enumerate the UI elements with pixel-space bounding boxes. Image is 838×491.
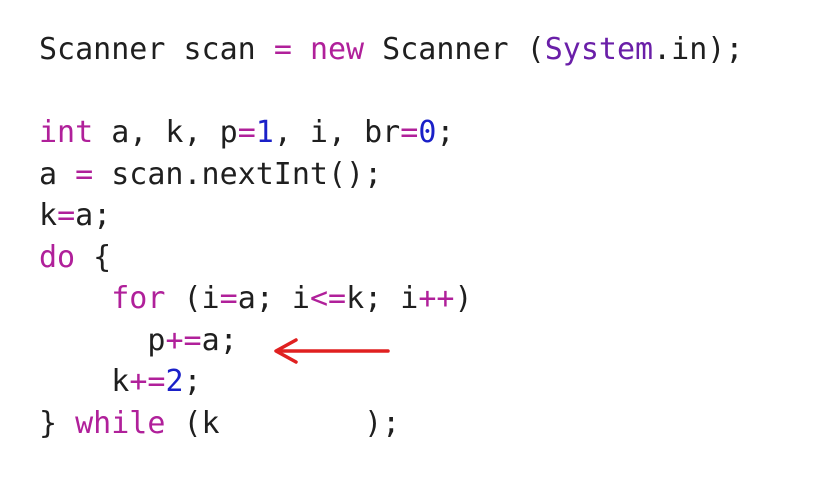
code-token-plain: (k ); <box>165 405 401 441</box>
code-line: k=a; <box>39 195 743 237</box>
code-token-plain: a, k, p <box>93 115 238 150</box>
code-token-plain: , i, br <box>273 115 401 150</box>
code-token-num: 2 <box>165 364 184 399</box>
code-line: int a, k, p=1, i, br=0; <box>39 112 743 154</box>
code-token-plain: a; <box>75 198 112 233</box>
code-line: do { <box>39 237 743 279</box>
code-token-kw: while <box>75 405 166 441</box>
code-token-plain: .in); <box>653 32 744 67</box>
code-line: Scanner scan = new Scanner (System.in); <box>39 29 743 71</box>
code-token-kw: new <box>309 32 365 67</box>
code-token-plain: Scanner scan <box>39 32 274 67</box>
code-token-op: += <box>129 364 166 399</box>
code-token-kw: for <box>111 281 166 316</box>
code-token-plain: scan.nextInt(); <box>93 156 383 192</box>
code-line: for (i=a; i<=k; i++) <box>39 278 743 320</box>
code-token-op: = <box>237 115 256 150</box>
code-token-op: = <box>273 32 292 67</box>
left-arrow-icon <box>274 338 390 364</box>
code-token-plain: k; i <box>346 281 419 316</box>
code-token-plain: a; <box>201 322 238 358</box>
code-block: Scanner scan = new Scanner (System.in); i… <box>39 29 743 444</box>
code-token-plain: ; <box>183 364 202 399</box>
code-token-plain: a <box>39 156 76 192</box>
code-token-plain: a; i <box>237 281 310 316</box>
code-token-plain: p <box>39 322 166 358</box>
code-token-op: = <box>400 115 419 150</box>
code-line: } while (k ); <box>39 403 743 445</box>
code-token-kw: int <box>39 115 94 150</box>
code-token-op: <= <box>309 281 347 316</box>
code-token-plain: ) <box>454 281 473 316</box>
code-token-op: = <box>75 156 94 192</box>
code-token-plain: } <box>39 405 76 441</box>
code-token-plain: (i <box>165 281 220 316</box>
code-token-plain: ; <box>436 115 455 150</box>
code-line: a = scan.nextInt(); <box>39 154 743 196</box>
code-line: k+=2; <box>39 361 743 403</box>
code-token-plain: k <box>39 198 58 233</box>
code-token-op: = <box>57 198 76 233</box>
code-token-num: 1 <box>255 115 274 150</box>
code-token-kw: do <box>39 239 76 275</box>
code-token-cls: System <box>544 32 654 67</box>
code-token-op: ++ <box>418 281 455 316</box>
code-token-plain: { <box>75 239 112 275</box>
code-token-op: = <box>219 281 238 316</box>
code-token-num: 0 <box>418 115 437 150</box>
code-token-plain: Scanner ( <box>364 32 545 67</box>
code-token-op: += <box>165 322 202 358</box>
code-token-plain: k <box>39 364 130 399</box>
